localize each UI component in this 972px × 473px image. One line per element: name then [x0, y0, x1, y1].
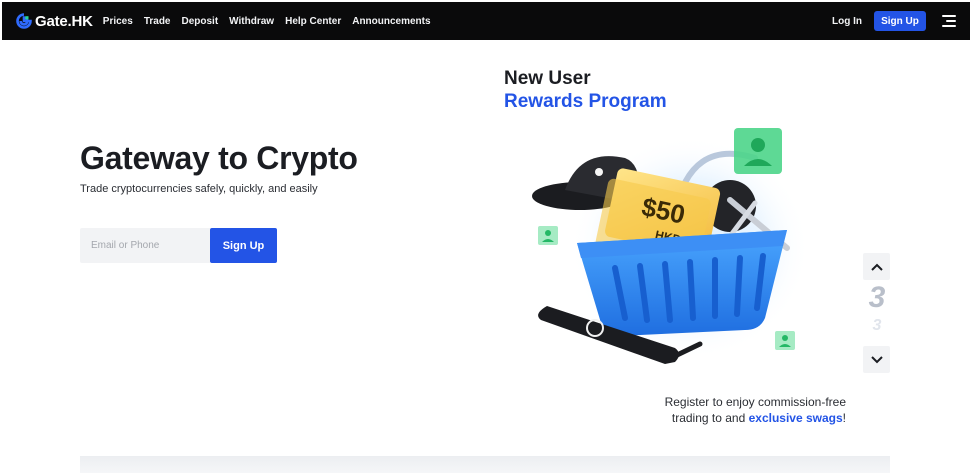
nav-prices[interactable]: Prices: [103, 16, 133, 27]
promo-title: New User: [504, 68, 591, 89]
email-or-phone-input[interactable]: [80, 228, 210, 263]
rewards-basket-illustration: $50 HKD: [532, 128, 810, 364]
user-badge-left: [538, 226, 558, 245]
login-link[interactable]: Log In: [832, 16, 862, 27]
header-signup-button[interactable]: Sign Up: [874, 11, 926, 31]
user-badge-right: [775, 331, 795, 350]
hero-title: Gateway to Crypto: [80, 140, 358, 176]
hamburger-icon[interactable]: [940, 14, 956, 28]
promo-subtitle: Rewards Program: [504, 91, 667, 112]
carousel-current-index: 3: [868, 281, 886, 314]
top-navbar: Gate.HK Prices Trade Deposit Withdraw He…: [2, 2, 970, 40]
basket-icon: [577, 230, 787, 336]
hero-signup-button[interactable]: Sign Up: [210, 228, 277, 263]
nav-actions: Log In Sign Up: [832, 11, 970, 31]
carousel-prev-button[interactable]: [863, 253, 890, 280]
promo-description: Register to enjoy commission-free tradin…: [665, 394, 846, 426]
nav-trade[interactable]: Trade: [144, 16, 171, 27]
next-section-edge: [80, 456, 890, 473]
gate-logo-icon: [16, 13, 32, 29]
chevron-down-icon: [870, 355, 883, 363]
nav-help-center[interactable]: Help Center: [285, 16, 341, 27]
promo-desc-line2: trading to and exclusive swags!: [671, 411, 846, 425]
brand-logo[interactable]: Gate.HK: [16, 13, 93, 30]
main-menu: Prices Trade Deposit Withdraw Help Cente…: [103, 16, 431, 27]
carousel-next-index: 3: [872, 317, 882, 334]
chevron-up-icon: [870, 263, 883, 271]
hero-subtitle: Trade cryptocurrencies safely, quickly, …: [80, 183, 318, 195]
nav-withdraw[interactable]: Withdraw: [229, 16, 274, 27]
user-badge-large: [734, 128, 782, 174]
nav-announcements[interactable]: Announcements: [352, 16, 430, 27]
carousel-next-button[interactable]: [863, 346, 890, 373]
exclusive-swags-link[interactable]: exclusive swags: [749, 411, 843, 425]
brand-name: Gate.HK: [35, 12, 93, 30]
nav-deposit[interactable]: Deposit: [182, 16, 219, 27]
promo-desc-line1: Register to enjoy commission-free: [664, 395, 846, 409]
